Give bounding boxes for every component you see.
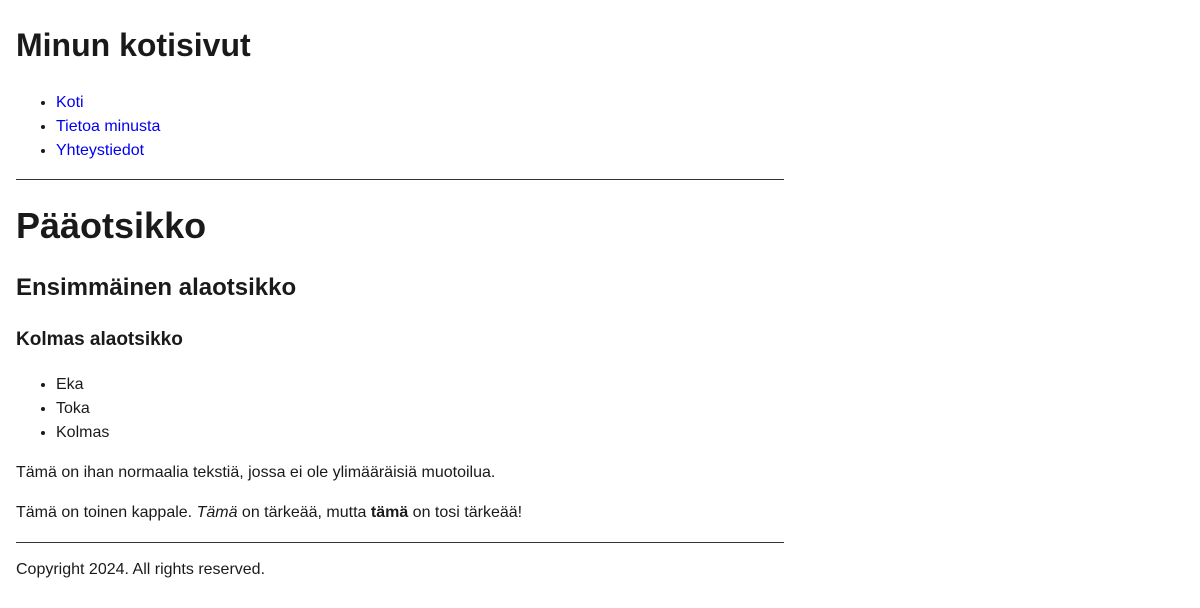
paragraph-text-start: Tämä on toinen kappale.: [16, 504, 197, 521]
list-item: Eka: [56, 373, 109, 397]
paragraph-text-middle: on tärkeää, mutta: [237, 504, 371, 521]
site-title: Minun kotisivut: [16, 27, 251, 63]
nav-list: Koti Tietoa minusta Yhteystiedot: [16, 91, 160, 163]
main-heading: Pääotsikko: [16, 205, 207, 246]
nav-item: Tietoa minusta: [56, 115, 160, 139]
first-subheading: Ensimmäinen alaotsikko: [16, 274, 297, 301]
paragraph-strong-word: tämä: [370, 504, 409, 521]
nav-item: Koti: [56, 91, 160, 115]
paragraph-text-end: on tosi tärkeää!: [408, 504, 523, 521]
paragraph-emphasized-word: Tämä: [196, 504, 238, 521]
paragraph-emphasis: Tämä on toinen kappale. Tämä on tärkeää,…: [16, 502, 522, 524]
list-item: Kolmas: [56, 421, 109, 445]
footer-divider: [16, 542, 784, 543]
nav-link-tietoa-minusta[interactable]: Tietoa minusta: [56, 118, 160, 135]
paragraph-normal: Tämä on ihan normaalia tekstiä, jossa ei…: [16, 464, 496, 481]
third-subheading: Kolmas alaotsikko: [16, 329, 183, 350]
nav-link-yhteystiedot[interactable]: Yhteystiedot: [56, 142, 144, 159]
bullet-list: Eka Toka Kolmas: [16, 373, 109, 445]
footer-copyright: Copyright 2024. All rights reserved.: [16, 561, 266, 578]
nav-item: Yhteystiedot: [56, 139, 160, 163]
nav-link-koti[interactable]: Koti: [56, 94, 84, 111]
list-item: Toka: [56, 397, 109, 421]
page: Minun kotisivut Koti Tietoa minusta Yhte…: [0, 0, 1200, 608]
header-divider: [16, 179, 784, 180]
